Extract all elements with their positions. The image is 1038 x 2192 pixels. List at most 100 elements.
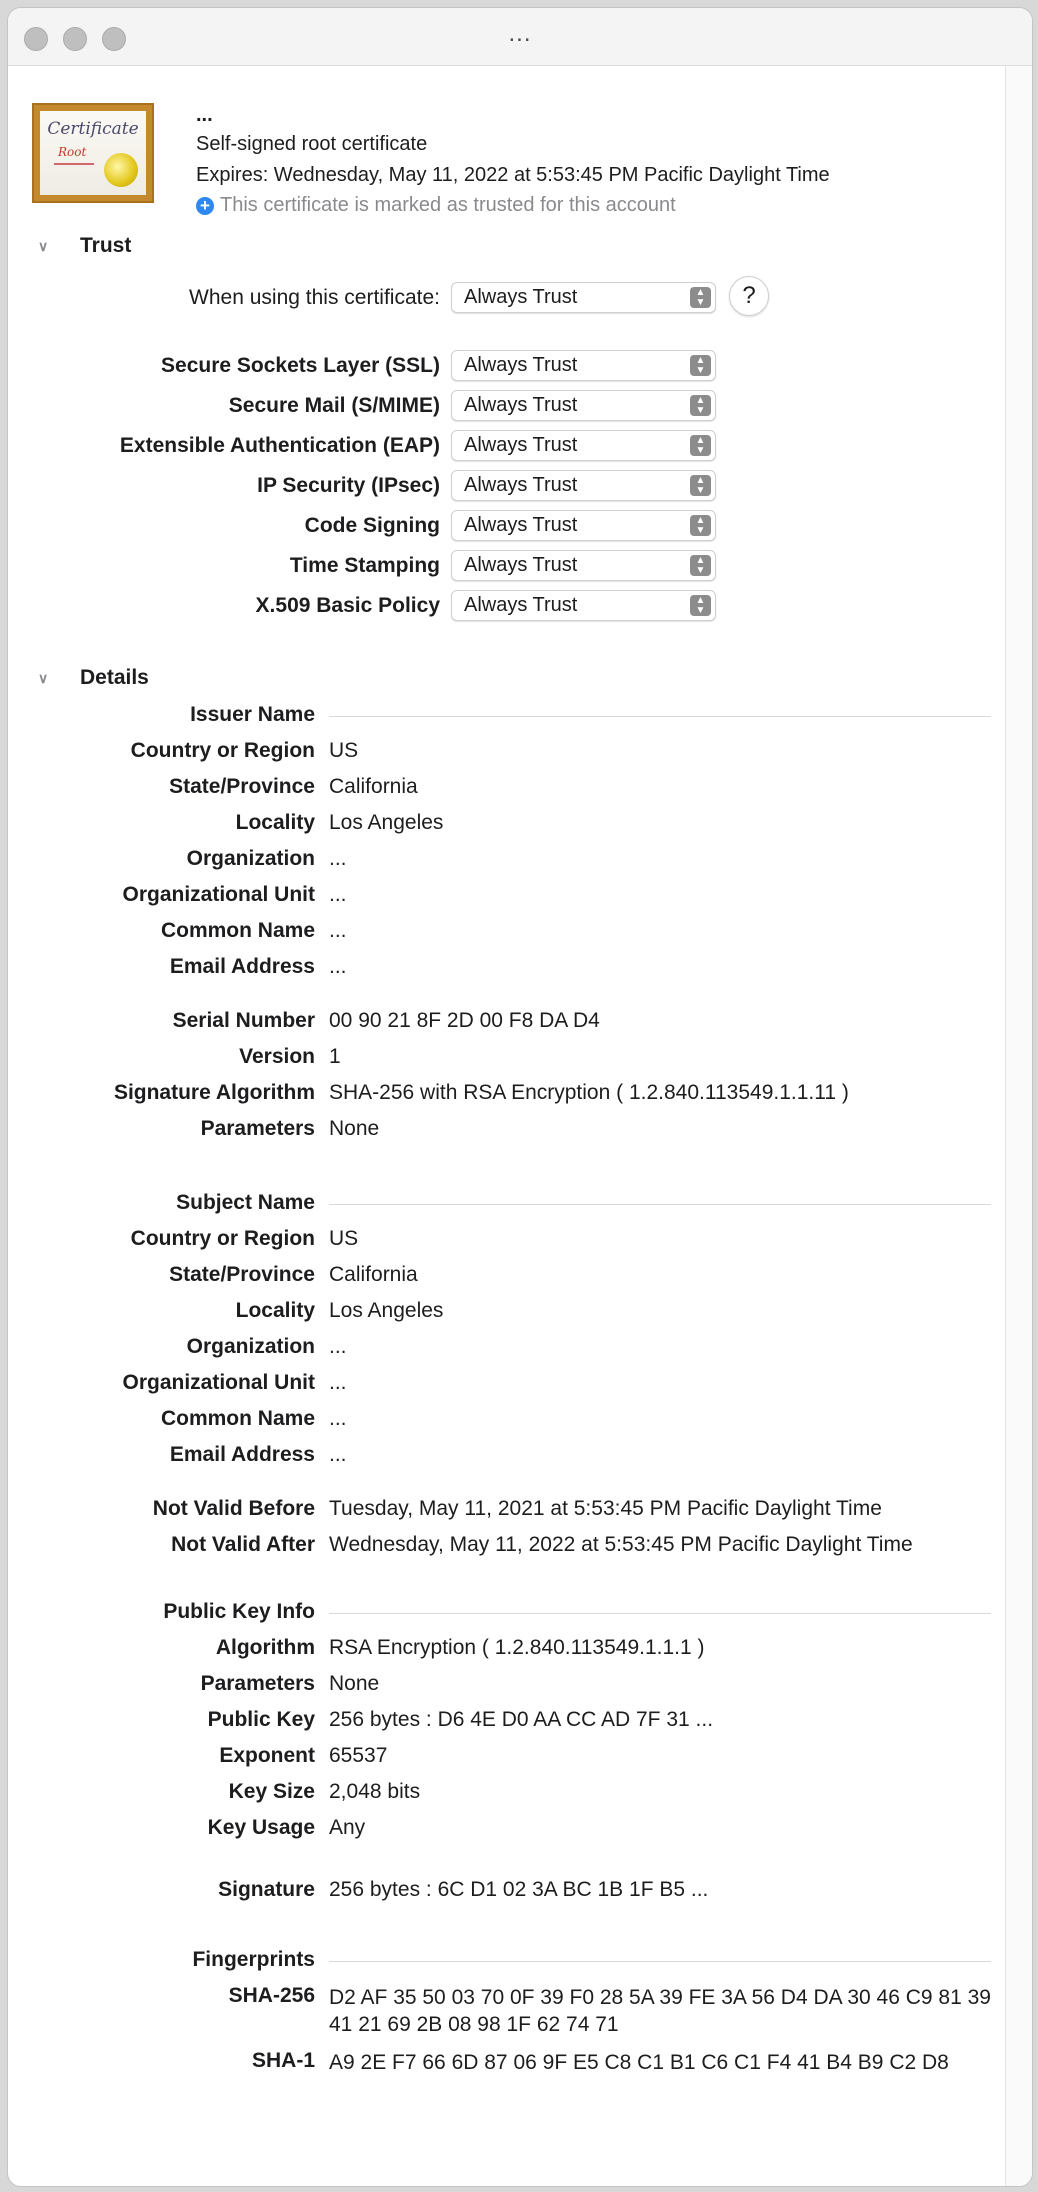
trust-policy-popup[interactable]: Always Trust ▲ ▼ [451,470,716,501]
details-value: ... [329,919,347,942]
details-label: Country or Region [130,1227,315,1250]
details-label: Key Usage [207,1816,315,1839]
details-row: Not Valid Before Tuesday, May 11, 2021 at… [8,1497,1008,1527]
details-section-label: Details [80,666,149,689]
chevron-updown-icon: ▲ ▼ [690,595,711,616]
details-row: Organizational Unit... [8,1371,1008,1401]
chevron-updown-icon: ▲ ▼ [690,287,711,308]
details-row: Algorithm RSA Encryption ( 1.2.840.113549… [8,1636,1008,1666]
trust-policy-popup[interactable]: Always Trust ▲ ▼ [451,590,716,621]
certificate-window: ... Certificate Root ... Self-signed roo… [7,7,1033,2187]
details-label: Exponent [219,1744,315,1767]
details-row: SHA-1 A9 2E F7 66 6D 87 06 9F E5 C8 C1 B1… [8,2049,1008,2079]
details-row: Serial Number 00 90 21 8F 2D 00 F8 DA D4 [8,1009,1008,1039]
vertical-scrollbar[interactable] [1005,66,1032,2186]
details-row: Common Name... [8,1407,1008,1437]
certificate-name: ... [196,104,213,126]
details-label: Not Valid Before [152,1497,315,1520]
chevron-down-icon: ∨ [38,669,49,686]
chevron-updown-icon: ▲ ▼ [690,395,711,416]
details-value: Los Angeles [329,811,444,834]
details-value: ... [329,1371,347,1394]
when-using-label: When using this certificate: [189,286,440,309]
details-row: Signature 256 bytes : 6C D1 02 3A BC 1B 1… [8,1878,1008,1908]
details-label: Parameters [200,1117,315,1140]
details-row: Parameters None [8,1672,1008,1702]
details-heading-label: Issuer Name [190,703,315,726]
details-label: Parameters [200,1672,315,1695]
trust-policy-label: IP Security (IPsec) [257,474,440,497]
details-row: Version 1 [8,1045,1008,1075]
details-label: Country or Region [130,739,315,762]
details-row: Exponent 65537 [8,1744,1008,1774]
chevron-updown-icon: ▲ ▼ [690,435,711,456]
trust-policy-popup[interactable]: Always Trust ▲ ▼ [451,390,716,421]
details-value: SHA-256 with RSA Encryption ( 1.2.840.11… [329,1081,849,1104]
trust-policy-popup-value: Always Trust [464,474,578,496]
details-label: Key Size [228,1780,315,1803]
details-row: Organizational Unit... [8,883,1008,913]
details-value: ... [329,1335,347,1358]
details-value: US [329,739,359,762]
details-row: Organization... [8,847,1008,877]
trusted-note-text: This certificate is marked as trusted fo… [220,194,676,216]
details-heading-label: Fingerprints [192,1948,315,1971]
certificate-icon-word: Certificate [47,119,139,139]
details-label: Email Address [169,955,315,978]
trust-policy-label: Time Stamping [289,554,440,577]
details-row: Email Address... [8,1443,1008,1473]
details-value: California [329,1263,418,1286]
details-value: Wednesday, May 11, 2022 at 5:53:45 PM Pa… [329,1533,913,1556]
details-row: State/Province California [8,775,1008,805]
details-row: Organization... [8,1335,1008,1365]
chevron-updown-icon: ▲ ▼ [690,475,711,496]
trust-policy-label: Code Signing [304,514,440,537]
details-section-toggle[interactable]: ∨ Details [38,666,149,690]
details-heading-label: Subject Name [176,1191,315,1214]
trust-policy-label: Secure Mail (S/MIME) [228,394,440,417]
divider [329,1961,991,1962]
details-value: 2,048 bits [329,1780,421,1803]
chevron-updown-icon: ▲ ▼ [690,555,711,576]
details-value: 1 [329,1045,341,1068]
details-row: Email Address... [8,955,1008,985]
trust-policy-label: Secure Sockets Layer (SSL) [161,354,440,377]
trust-policy-popup[interactable]: Always Trust ▲ ▼ [451,350,716,381]
trust-policy-label: Extensible Authentication (EAP) [119,434,440,457]
trust-policy-popup-value: Always Trust [464,394,578,416]
details-value: Los Angeles [329,1299,444,1322]
trusted-note: + This certificate is marked as trusted … [196,194,676,217]
certificate-icon-sub: Root [58,145,87,159]
details-label: Organizational Unit [122,1371,315,1394]
details-label: Version [239,1045,315,1068]
when-using-popup[interactable]: Always Trust ▲ ▼ [451,282,716,313]
chevron-updown-icon: ▲ ▼ [690,515,711,536]
chevron-updown-icon: ▲ ▼ [690,355,711,376]
trust-policy-popup-value: Always Trust [464,354,578,376]
details-label: Signature Algorithm [113,1081,315,1104]
details-row: Key Size 2,048 bits [8,1780,1008,1810]
details-row: Common Name... [8,919,1008,949]
details-row: Country or Region US [8,1227,1008,1257]
trust-policy-popup[interactable]: Always Trust ▲ ▼ [451,430,716,461]
title-bar: ... [8,8,1032,66]
details-row: State/Province California [8,1263,1008,1293]
details-label: Not Valid After [171,1533,315,1556]
certificate-icon: Certificate Root [32,103,154,203]
details-label: Locality [235,1299,315,1322]
details-value: D2 AF 35 50 03 70 0F 39 F0 28 5A 39 FE 3… [329,1986,991,2036]
details-row: Locality Los Angeles [8,811,1008,841]
trust-policy-popup-value: Always Trust [464,594,578,616]
chevron-down-icon: ∨ [38,237,49,254]
details-label: State/Province [169,775,315,798]
details-value: Tuesday, May 11, 2021 at 5:53:45 PM Paci… [329,1497,882,1520]
trust-policy-popup[interactable]: Always Trust ▲ ▼ [451,550,716,581]
trust-policy-popup[interactable]: Always Trust ▲ ▼ [451,510,716,541]
details-value: A9 2E F7 66 6D 87 06 9F E5 C8 C1 B1 C6 C… [329,2051,949,2074]
details-value: None [329,1117,380,1140]
details-value: ... [329,955,347,978]
trust-section-toggle[interactable]: ∨ Trust [38,234,131,258]
when-using-popup-value: Always Trust [464,286,578,308]
details-value: ... [329,883,347,906]
help-button[interactable]: ? [729,276,769,316]
